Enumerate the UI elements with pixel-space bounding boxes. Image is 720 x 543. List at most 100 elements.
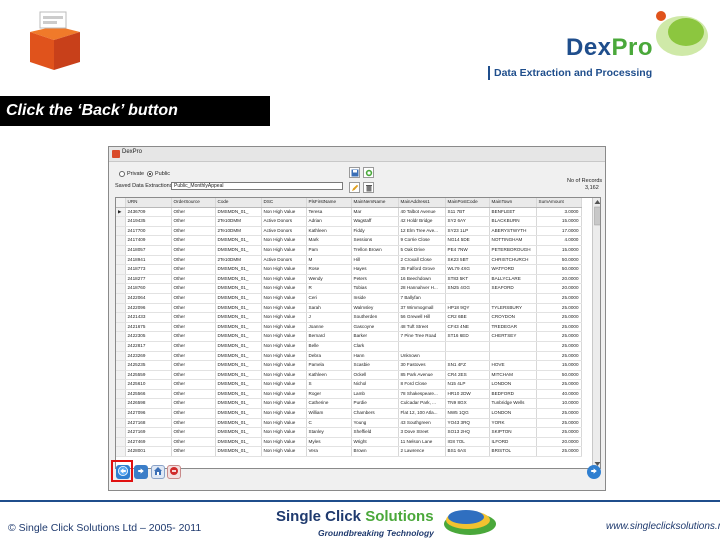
table-cell[interactable]: J xyxy=(306,312,352,323)
table-cell[interactable]: 25.0000 xyxy=(536,418,582,429)
row-selector[interactable] xyxy=(116,437,126,448)
table-cell[interactable]: Other xyxy=(171,264,216,275)
table-cell[interactable]: Ockell xyxy=(351,370,399,381)
edit-icon[interactable] xyxy=(349,182,360,193)
row-selector[interactable] xyxy=(116,389,126,400)
table-cell[interactable]: Non High Value xyxy=(261,398,307,410)
table-cell[interactable]: 2422064 xyxy=(125,293,172,304)
table-cell[interactable]: 35 Falford Grove xyxy=(398,264,446,275)
next-button[interactable] xyxy=(587,465,601,479)
table-cell[interactable]: Barker xyxy=(351,331,399,342)
table-row[interactable]: 2427469 Other DMSMDN_01_ Non High Value Myle… xyxy=(116,437,582,448)
table-cell[interactable]: 4.0000 xyxy=(536,235,582,246)
table-cell[interactable]: Flat 12, 100 Atla... xyxy=(398,408,446,419)
table-cell[interactable]: Non High Value xyxy=(261,235,307,246)
table-cell[interactable]: SEAFORD xyxy=(489,283,537,294)
table-cell[interactable]: 2Te10DMM xyxy=(215,226,262,237)
table-cell[interactable]: Other xyxy=(171,331,216,342)
table-cell[interactable]: Gascoyne xyxy=(351,322,399,333)
table-cell[interactable]: Mark xyxy=(306,235,352,246)
col-header[interactable]: PlsFirstName xyxy=(306,198,352,208)
table-cell[interactable] xyxy=(445,341,490,352)
table-cell[interactable]: SO13 2HQ xyxy=(445,427,490,438)
row-selector[interactable] xyxy=(116,341,126,352)
table-row[interactable]: 2417409 Other DMSMDN_01_ Non High Value Mark… xyxy=(116,235,582,246)
records-grid[interactable]: URN OrderSource Code DSC PlsFirstName Ma… xyxy=(115,197,601,469)
table-row[interactable]: 2418941 Other 2Te10DMM Active Donors M Hill 2 … xyxy=(116,255,582,266)
table-row[interactable]: 2422064 Other DMSMDN_01_ Non High Value Ceri… xyxy=(116,293,582,304)
table-cell[interactable]: DMSMDN_01_ xyxy=(215,235,262,246)
table-row[interactable]: 2417700 Other 2Te10DMM Active Donors Kathlee… xyxy=(116,226,582,237)
table-cell[interactable]: 12 Elm Tree Ave... xyxy=(398,226,446,237)
row-selector[interactable] xyxy=(116,216,126,227)
table-cell[interactable]: 2427169 xyxy=(125,427,172,438)
table-cell[interactable]: 25.0000 xyxy=(536,427,582,438)
table-cell[interactable]: DMSMDN_01_ xyxy=(215,418,262,429)
table-row[interactable]: 2422817 Other DMSMDN_01_ Non High Value Bell… xyxy=(116,341,582,352)
table-cell[interactable]: LONDON xyxy=(489,408,537,419)
table-cell[interactable]: 2418057 xyxy=(125,245,172,256)
table-cell[interactable]: Non High Value xyxy=(261,322,307,333)
table-cell[interactable]: DMSMDN_01_ xyxy=(215,245,262,256)
table-cell[interactable]: 2422096 xyxy=(125,303,172,314)
table-cell[interactable] xyxy=(445,293,490,304)
table-cell[interactable]: Other xyxy=(171,437,216,448)
forward-button[interactable] xyxy=(134,465,148,479)
table-cell[interactable]: 20.0000 xyxy=(536,274,582,285)
table-cell[interactable]: 2427096 xyxy=(125,408,172,419)
table-cell[interactable]: YO43 3RQ xyxy=(445,418,490,429)
table-cell[interactable]: Wendy xyxy=(306,274,352,285)
row-selector[interactable] xyxy=(116,408,126,419)
col-header[interactable]: MainAddress1 xyxy=(398,198,446,208)
row-selector[interactable] xyxy=(116,427,126,438)
table-row[interactable]: 2425559 Other DMSMDN_01_ Non High Value Kath… xyxy=(116,370,582,381)
table-cell[interactable]: Roger xyxy=(306,389,352,400)
table-cell[interactable] xyxy=(398,341,446,352)
table-cell[interactable]: 2425566 xyxy=(125,389,172,400)
row-selector[interactable] xyxy=(116,255,126,266)
save-icon[interactable] xyxy=(349,167,360,178)
table-cell[interactable]: Joanne xyxy=(306,322,352,333)
table-cell[interactable]: Unknown xyxy=(398,351,446,362)
table-cell[interactable]: Non High Value xyxy=(261,351,307,362)
table-cell[interactable]: HP18 9QY xyxy=(445,303,490,314)
table-cell[interactable]: Wright xyxy=(351,437,399,448)
table-cell[interactable]: Non High Value xyxy=(261,389,307,400)
table-cell[interactable]: 56 Grewell Hill xyxy=(398,312,446,323)
table-cell[interactable]: HR10 2DW xyxy=(445,389,490,400)
table-cell[interactable]: PETERBOROUGH xyxy=(489,245,537,256)
table-cell[interactable]: 15.0000 xyxy=(536,245,582,256)
table-cell[interactable]: 15.0000 xyxy=(536,216,582,227)
table-cell[interactable]: M xyxy=(306,255,352,266)
table-cell[interactable]: 25.0000 xyxy=(536,322,582,333)
table-cell[interactable]: WL79 4XG xyxy=(445,264,490,275)
table-cell[interactable]: 3 Dove Street xyxy=(398,427,446,438)
table-cell[interactable]: 37 Wimmogmall xyxy=(398,303,446,314)
table-row[interactable]: 2425566 Other DMSMDN_01_ Non High Value Roge… xyxy=(116,389,582,400)
table-cell[interactable]: DMSMDN_01_ xyxy=(215,331,262,342)
table-cell[interactable]: Wagstaff xyxy=(351,216,399,227)
table-cell[interactable]: 11 Nelson Lane xyxy=(398,437,446,448)
table-cell[interactable]: Other xyxy=(171,216,216,227)
table-cell[interactable] xyxy=(445,351,490,362)
table-cell[interactable]: Hann xyxy=(351,351,399,362)
table-cell[interactable] xyxy=(489,351,537,362)
table-cell[interactable]: SN25 4GG xyxy=(445,283,490,294)
table-cell[interactable]: 2425610 xyxy=(125,379,172,390)
table-cell[interactable]: Non High Value xyxy=(261,408,307,419)
table-cell[interactable]: HOVE xyxy=(489,360,537,371)
table-cell[interactable]: Other xyxy=(171,398,216,410)
table-cell[interactable]: BLACKBURN xyxy=(489,216,537,227)
saved-extractions-select[interactable]: Public_MonthlyAppeal xyxy=(171,182,343,190)
table-row[interactable]: 2425235 Other DMSMDN_01_ Non High Value Pame… xyxy=(116,360,582,371)
table-cell[interactable]: 28 Hannahver H... xyxy=(398,283,446,294)
table-cell[interactable]: 42 Holdr Bridge xyxy=(398,216,446,227)
table-cell[interactable]: 40.0000 xyxy=(536,389,582,400)
table-cell[interactable]: BS1 6AS xyxy=(445,446,490,458)
table-cell[interactable]: DMSMDN_01_ xyxy=(215,293,262,304)
table-cell[interactable]: Inside xyxy=(351,293,399,304)
table-cell[interactable]: Mar xyxy=(351,207,399,218)
col-header[interactable]: MainTown xyxy=(489,198,537,208)
table-cell[interactable]: R xyxy=(306,283,352,294)
table-cell[interactable]: PE4 7NW xyxy=(445,245,490,256)
